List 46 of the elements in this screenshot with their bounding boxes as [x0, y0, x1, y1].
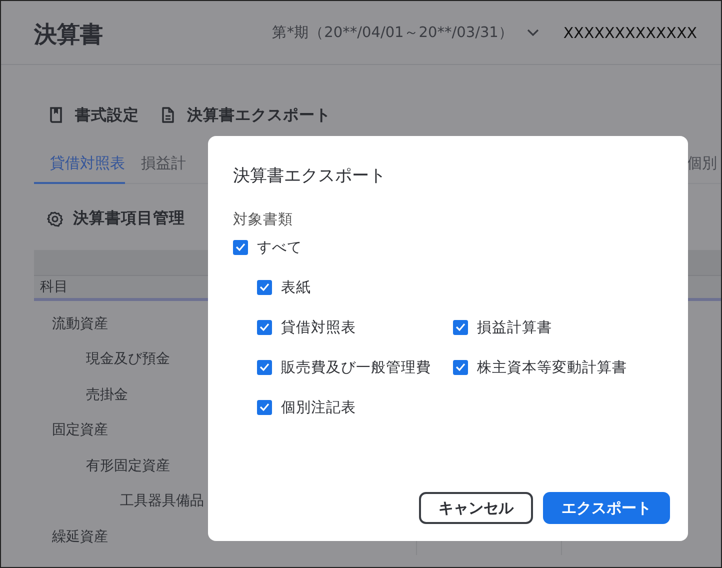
checkbox-label: 販売費及び一般管理費	[281, 358, 431, 376]
account-name: 繰延資産	[51, 528, 108, 545]
page-title: 決算書	[34, 21, 103, 50]
checkbox-label: 損益計算書	[477, 318, 552, 336]
checkbox-label: 個別注記表	[281, 398, 356, 416]
chevron-down-icon	[527, 29, 540, 36]
toolbar-button[interactable]: 書式設定	[49, 105, 139, 125]
check-icon	[259, 282, 270, 292]
checkbox[interactable]	[257, 280, 272, 294]
check-icon	[455, 362, 466, 372]
check-icon	[259, 362, 270, 372]
tab[interactable]: 貸借対照表	[34, 140, 125, 184]
account-name: 現金及び預金	[85, 351, 170, 368]
checkbox-label: すべて	[257, 238, 302, 256]
tab[interactable]: 損益計	[125, 140, 202, 184]
column-header: 科目	[40, 279, 68, 295]
check-icon	[259, 402, 270, 412]
document-icon	[161, 107, 175, 123]
dialog-title: 決算書エクスポート	[233, 165, 387, 187]
company-name: XXXXXXXXXXXXX	[563, 24, 697, 42]
toolbar-button[interactable]: 決算書エクスポート	[161, 105, 331, 125]
section-label: 対象書類	[233, 210, 294, 229]
account-name: 有形固定資産	[85, 458, 170, 474]
checkbox[interactable]	[453, 360, 468, 374]
check-icon	[455, 322, 466, 332]
account-name: 流動資産	[51, 316, 108, 332]
tab[interactable]: 個別	[687, 140, 721, 184]
checkbox[interactable]	[453, 320, 468, 334]
check-icon	[259, 322, 270, 332]
checkbox[interactable]	[257, 360, 272, 374]
item-management-button[interactable]: 決算書項目管理	[47, 208, 185, 229]
checkbox[interactable]	[257, 320, 272, 334]
cancel-button[interactable]: キャンセル	[419, 492, 533, 524]
book-icon	[49, 107, 63, 123]
account-name: 固定資産	[51, 422, 108, 438]
checkbox-label: 表紙	[281, 278, 311, 296]
checkbox-label: 株主資本等変動計算書	[477, 358, 627, 376]
account-name: 売掛金	[85, 386, 128, 403]
checkbox[interactable]	[257, 400, 272, 414]
checkbox-label: 貸借対照表	[281, 318, 356, 336]
settings-icon	[47, 210, 63, 226]
period-selector[interactable]: 第*期（20**/04/01～20**/03/31）	[272, 23, 540, 42]
account-name: 工具器具備品	[119, 493, 204, 510]
export-button[interactable]: エクスポート	[543, 492, 670, 524]
check-icon	[235, 242, 246, 252]
checkbox[interactable]	[233, 240, 248, 254]
